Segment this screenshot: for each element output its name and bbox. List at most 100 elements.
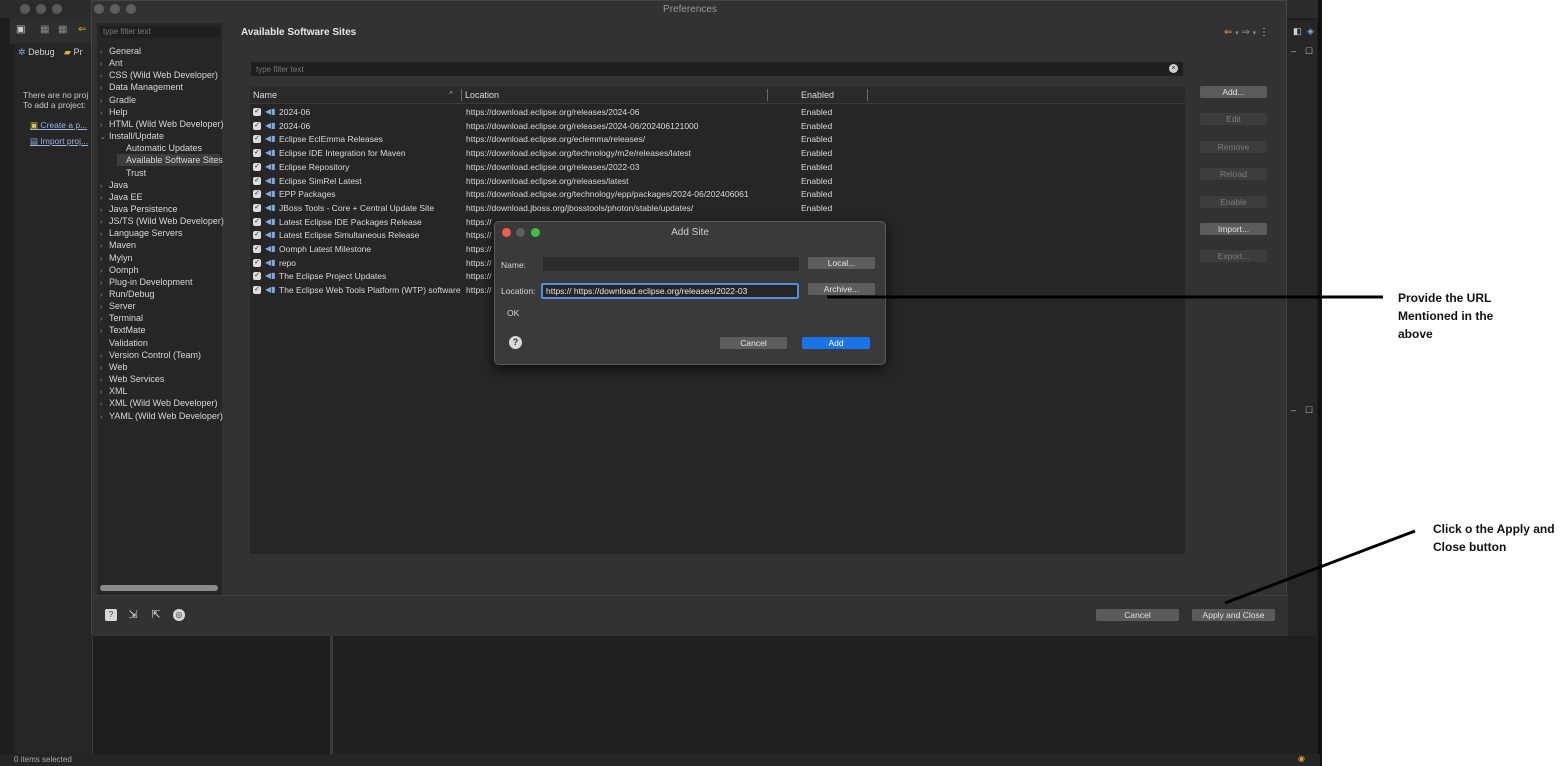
bg-zoom-dot[interactable] bbox=[52, 4, 62, 14]
side-button[interactable]: Edit bbox=[1200, 113, 1267, 126]
column-separator[interactable] bbox=[767, 89, 768, 101]
tree-item[interactable]: Validation bbox=[100, 337, 220, 349]
new-icon[interactable]: ▣ bbox=[16, 24, 25, 35]
tree-item[interactable]: › General bbox=[100, 45, 220, 57]
tree-item[interactable]: › JS/TS (Wild Web Developer) bbox=[100, 215, 224, 227]
column-name-header[interactable]: Name bbox=[253, 90, 277, 100]
oomph-icon[interactable]: ◎ bbox=[173, 609, 185, 621]
tree-item[interactable]: › Help bbox=[100, 106, 220, 118]
column-location-header[interactable]: Location bbox=[465, 90, 499, 100]
table-row[interactable]: ✓ ◀▮ JBoss Tools - Core + Central Update S… bbox=[250, 202, 1185, 215]
apply-and-close-button[interactable]: Apply and Close bbox=[1192, 609, 1275, 621]
tree-item[interactable]: › TextMate bbox=[100, 324, 220, 336]
tree-item[interactable]: › XML (Wild Web Developer) bbox=[100, 397, 220, 409]
archive-button[interactable]: Archive... bbox=[808, 283, 875, 295]
chevron-icon[interactable]: ⌄ bbox=[100, 132, 109, 144]
side-button[interactable]: Remove bbox=[1200, 140, 1267, 153]
column-enabled-header[interactable]: Enabled bbox=[801, 90, 834, 100]
tree-item[interactable]: › Server bbox=[100, 300, 220, 312]
tree-item[interactable]: › YAML (Wild Web Developer) bbox=[100, 410, 223, 424]
tree-filter-input[interactable]: type filter text bbox=[100, 26, 219, 38]
tree-item[interactable]: › Maven bbox=[100, 239, 220, 251]
view-menu-icon[interactable]: ⋮ bbox=[1259, 27, 1269, 38]
bg-close-dot[interactable] bbox=[20, 4, 30, 14]
table-row[interactable]: ✓ ◀▮ Eclipse Repository https://download.ec… bbox=[250, 161, 1185, 174]
enabled-checkbox[interactable]: ✓ bbox=[253, 162, 261, 171]
save-icon[interactable]: ▦ bbox=[40, 24, 49, 35]
table-row[interactable]: ✓ ◀▮ Eclipse EclEmma Releases https://downl… bbox=[250, 133, 1185, 146]
table-row[interactable]: ✓ ◀▮ 2024-06 https://download.eclipse.org/r… bbox=[250, 120, 1185, 133]
perspective-icon[interactable]: ◧ bbox=[1293, 26, 1302, 37]
enabled-checkbox[interactable]: ✓ bbox=[253, 203, 261, 212]
enabled-checkbox[interactable]: ✓ bbox=[253, 108, 261, 116]
minimize-view-icon[interactable]: – bbox=[1291, 46, 1296, 56]
table-row[interactable]: ✓ ◀▮ 2024-06 https://download.eclipse.org/r… bbox=[250, 106, 1185, 119]
enabled-checkbox[interactable]: ✓ bbox=[253, 286, 261, 295]
create-project-link[interactable]: ▣ Create a p... bbox=[30, 120, 87, 131]
java-perspective-icon[interactable]: ◈ bbox=[1307, 26, 1314, 37]
enabled-checkbox[interactable]: ✓ bbox=[253, 149, 261, 158]
enabled-checkbox[interactable]: ✓ bbox=[253, 245, 261, 253]
tree-item[interactable]: › Java Persistence bbox=[100, 203, 220, 215]
help-icon[interactable]: ? bbox=[105, 609, 117, 621]
enabled-checkbox[interactable]: ✓ bbox=[253, 272, 261, 281]
project-explorer-tab[interactable]: ▰ Pr bbox=[64, 47, 82, 58]
pref-close-dot[interactable] bbox=[94, 4, 104, 14]
tree-item[interactable]: › Oomph bbox=[100, 264, 220, 276]
import-prefs-icon[interactable]: ⇲ bbox=[127, 609, 139, 621]
table-row[interactable]: ✓ ◀▮ Eclipse IDE Integration for Maven http… bbox=[250, 147, 1185, 160]
tree-item[interactable]: › Language Servers bbox=[100, 227, 220, 239]
column-separator[interactable] bbox=[461, 89, 462, 101]
save-all-icon[interactable]: ▦ bbox=[58, 24, 67, 35]
forward-menu-icon[interactable]: ▾ bbox=[1253, 30, 1257, 37]
pref-zoom-dot[interactable] bbox=[126, 4, 136, 14]
tree-item[interactable]: › XML bbox=[100, 385, 220, 397]
tree-item[interactable]: › Data Management bbox=[100, 81, 220, 93]
tree-item[interactable]: Automatic Updates bbox=[117, 142, 220, 154]
tree-item[interactable]: › Ant bbox=[100, 57, 220, 69]
tree-item[interactable]: ⌄ Install/Update bbox=[100, 130, 220, 142]
side-button[interactable]: Enable bbox=[1200, 195, 1267, 208]
site-filter-input[interactable] bbox=[251, 62, 1183, 76]
tree-item[interactable]: › CSS (Wild Web Developer) bbox=[100, 69, 220, 81]
tree-item[interactable]: › Version Control (Team) bbox=[100, 349, 220, 361]
column-separator[interactable] bbox=[867, 89, 868, 101]
tree-item[interactable]: › Plug-in Development bbox=[100, 276, 220, 288]
tree-scrollbar[interactable] bbox=[100, 585, 218, 591]
import-project-link[interactable]: ▤ Import proj... bbox=[30, 136, 88, 147]
pref-minimize-dot[interactable] bbox=[110, 4, 120, 14]
add-button[interactable]: Add bbox=[802, 337, 870, 349]
tree-item[interactable]: › Web bbox=[100, 361, 220, 373]
tree-item[interactable]: › Java bbox=[100, 179, 220, 191]
enabled-checkbox[interactable]: ✓ bbox=[253, 217, 261, 226]
tree-item[interactable]: › Java EE bbox=[100, 191, 220, 203]
table-row[interactable]: ✓ ◀▮ Eclipse SimRel Latest https://download… bbox=[250, 175, 1185, 188]
maximize-view-icon[interactable]: ☐ bbox=[1305, 46, 1313, 57]
tree-item[interactable]: › Run/Debug bbox=[100, 288, 220, 300]
add-cancel-button[interactable]: Cancel bbox=[720, 337, 787, 349]
enabled-checkbox[interactable]: ✓ bbox=[253, 176, 261, 185]
export-prefs-icon[interactable]: ⇱ bbox=[150, 609, 162, 621]
side-button[interactable]: Add... bbox=[1200, 86, 1267, 98]
clear-filter-icon[interactable]: × bbox=[1169, 64, 1178, 73]
maximize-view-icon-2[interactable]: ☐ bbox=[1305, 405, 1313, 416]
tree-item[interactable]: Available Software Sites bbox=[117, 154, 223, 167]
location-input[interactable] bbox=[541, 283, 799, 299]
tree-item[interactable]: › Web Services bbox=[100, 373, 220, 385]
back-nav-icon[interactable]: ⇐ bbox=[1224, 27, 1232, 38]
side-button[interactable]: Export... bbox=[1200, 250, 1267, 263]
tree-item[interactable]: › Terminal bbox=[100, 312, 220, 324]
chevron-icon[interactable]: › bbox=[100, 412, 109, 424]
enabled-checkbox[interactable]: ✓ bbox=[253, 190, 261, 199]
side-button[interactable]: Reload bbox=[1200, 168, 1267, 181]
name-input[interactable] bbox=[543, 257, 799, 271]
tree-item[interactable]: Trust bbox=[117, 167, 220, 179]
bg-minimize-dot[interactable] bbox=[36, 4, 46, 14]
enabled-checkbox[interactable]: ✓ bbox=[253, 258, 261, 267]
enabled-checkbox[interactable]: ✓ bbox=[253, 135, 261, 144]
minimize-view-icon-2[interactable]: – bbox=[1291, 405, 1296, 415]
tree-item[interactable]: › Gradle bbox=[100, 94, 220, 106]
enabled-checkbox[interactable]: ✓ bbox=[253, 121, 261, 130]
debug-tab[interactable]: ✲ Debug bbox=[18, 47, 55, 58]
help-icon[interactable]: ? bbox=[509, 336, 522, 349]
